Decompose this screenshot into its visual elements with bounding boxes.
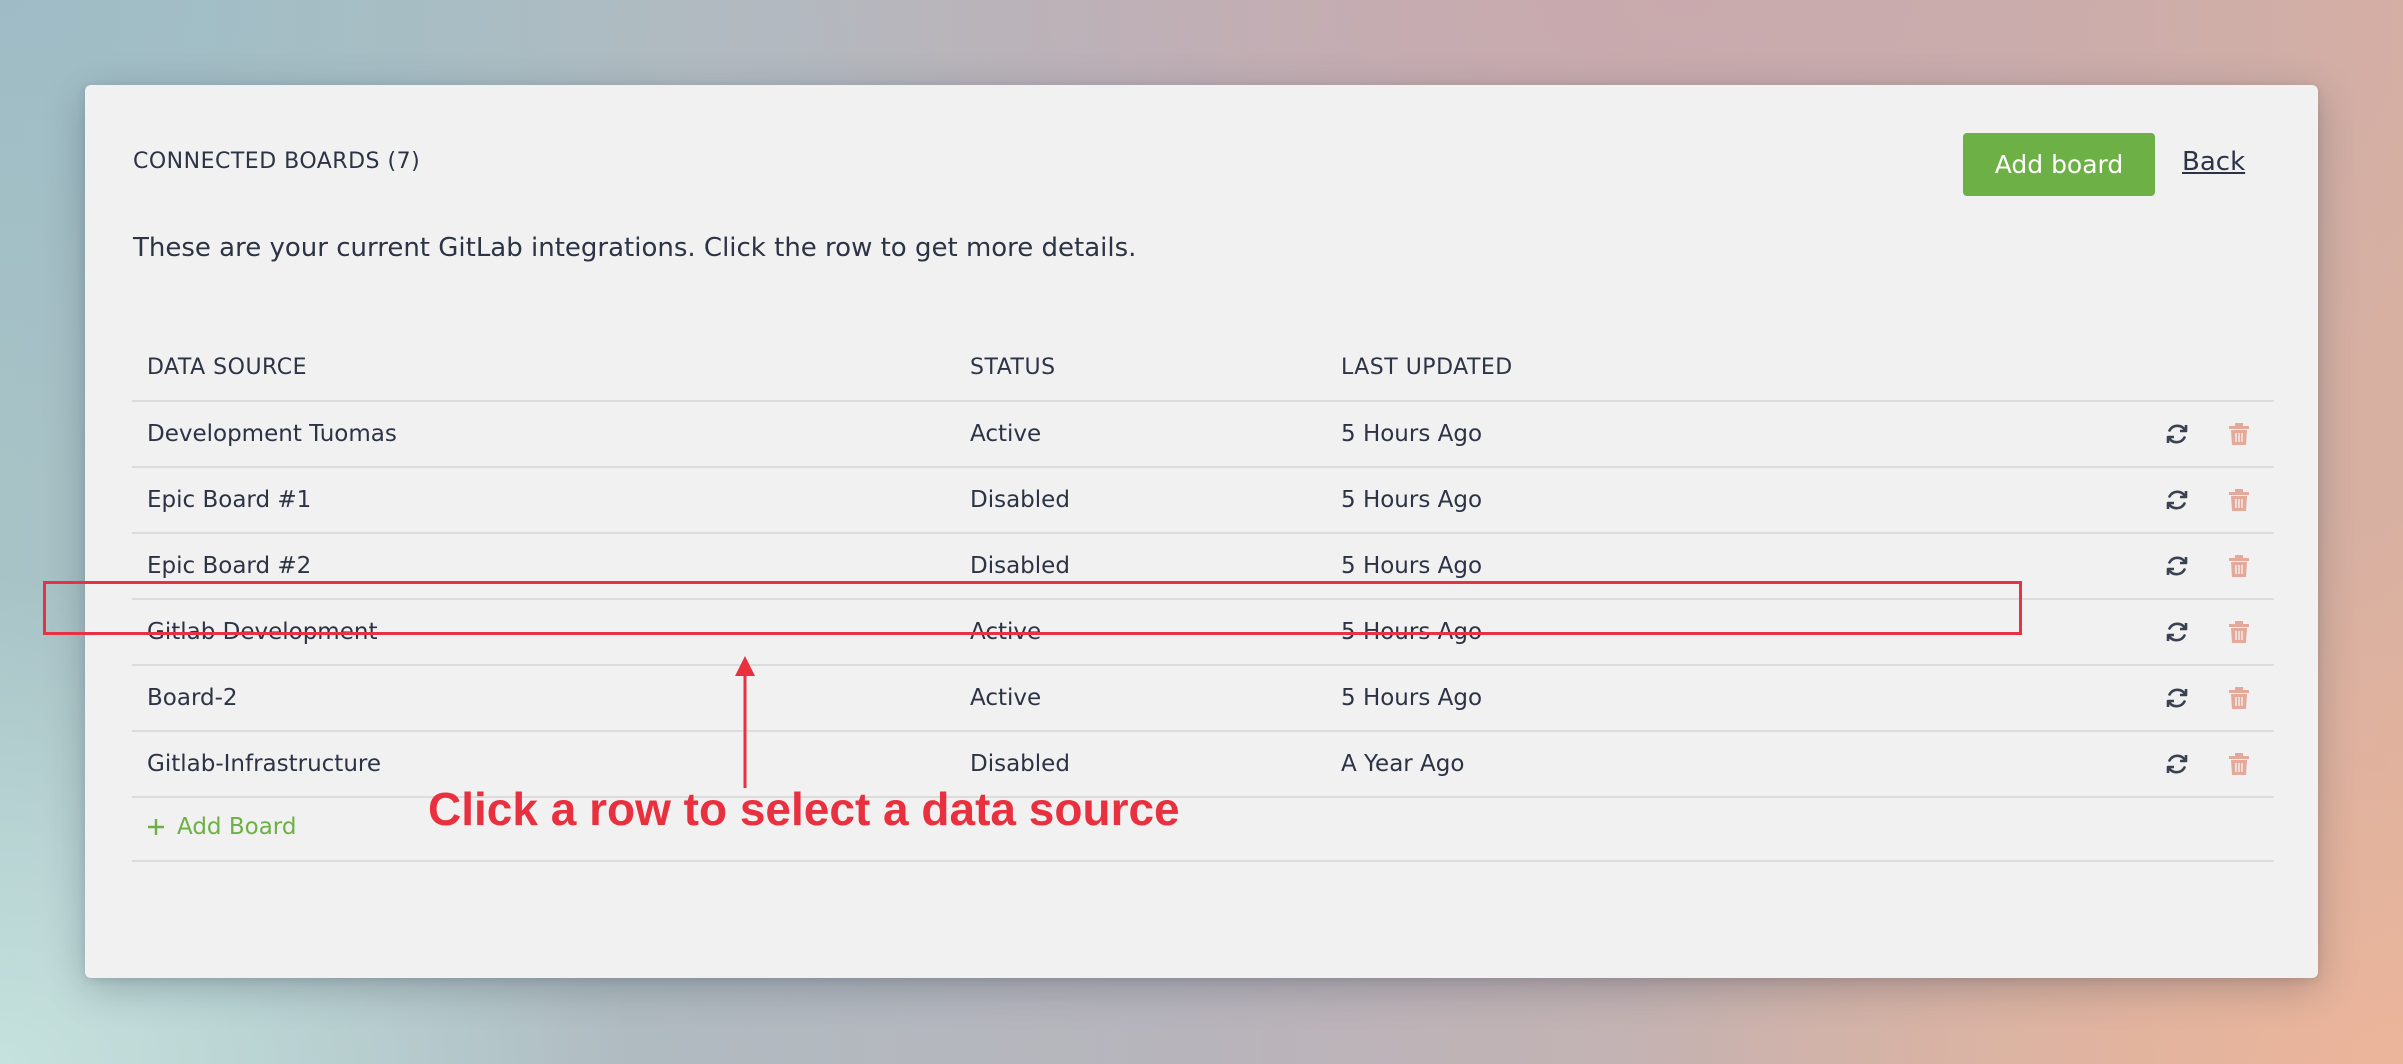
trash-icon[interactable] [2228, 422, 2250, 446]
annotation-arrow-icon [735, 656, 755, 788]
data-source-cell: Epic Board #1 [147, 487, 312, 513]
add-board-button[interactable]: Add board [1963, 133, 2155, 196]
data-source-cell: Board-2 [147, 685, 238, 711]
add-board-link[interactable]: Add Board [147, 814, 296, 840]
back-link[interactable]: Back [2182, 147, 2245, 177]
table-header: DATA SOURCE STATUS LAST UPDATED [132, 345, 2274, 402]
refresh-icon[interactable] [2165, 488, 2189, 512]
trash-icon[interactable] [2228, 752, 2250, 776]
last-updated-cell: A Year Ago [1341, 751, 1465, 777]
status-cell: Active [970, 685, 1042, 711]
refresh-icon[interactable] [2165, 422, 2189, 446]
refresh-icon[interactable] [2165, 686, 2189, 710]
last-updated-cell: 5 Hours Ago [1341, 685, 1483, 711]
status-cell: Disabled [970, 751, 1070, 777]
plus-icon [148, 819, 164, 835]
status-cell: Disabled [970, 487, 1070, 513]
data-source-cell: Development Tuomas [147, 421, 397, 447]
data-source-cell: Gitlab-Infrastructure [147, 751, 381, 777]
column-header-last-updated: LAST UPDATED [1341, 355, 1513, 380]
column-header-data-source: DATA SOURCE [147, 355, 308, 380]
annotation-text: Click a row to select a data source [428, 783, 1180, 835]
data-source-cell: Epic Board #2 [147, 553, 312, 579]
status-cell: Active [970, 619, 1042, 645]
trash-icon[interactable] [2228, 554, 2250, 578]
intro-text: These are your current GitLab integratio… [133, 233, 1137, 263]
refresh-icon[interactable] [2165, 554, 2189, 578]
trash-icon[interactable] [2228, 488, 2250, 512]
data-source-cell: Gitlab Development [147, 619, 378, 645]
trash-icon[interactable] [2228, 620, 2250, 644]
refresh-icon[interactable] [2165, 752, 2189, 776]
last-updated-cell: 5 Hours Ago [1341, 421, 1483, 447]
table-row[interactable]: Epic Board #1 Disabled 5 Hours Ago [132, 468, 2274, 534]
section-title: CONNECTED BOARDS (7) [133, 149, 421, 174]
table-row[interactable]: Gitlab Development Active 5 Hours Ago [132, 600, 2274, 666]
last-updated-cell: 5 Hours Ago [1341, 619, 1483, 645]
last-updated-cell: 5 Hours Ago [1341, 487, 1483, 513]
last-updated-cell: 5 Hours Ago [1341, 553, 1483, 579]
add-board-link-label: Add Board [177, 814, 297, 840]
table-row[interactable]: Epic Board #2 Disabled 5 Hours Ago [132, 534, 2274, 600]
refresh-icon[interactable] [2165, 620, 2189, 644]
status-cell: Active [970, 421, 1042, 447]
column-header-status: STATUS [970, 355, 1056, 380]
table-row[interactable]: Board-2 Active 5 Hours Ago [132, 666, 2274, 732]
connected-boards-card: CONNECTED BOARDS (7) Add board Back Thes… [85, 85, 2318, 978]
trash-icon[interactable] [2228, 686, 2250, 710]
table-row[interactable]: Development Tuomas Active 5 Hours Ago [132, 402, 2274, 468]
status-cell: Disabled [970, 553, 1070, 579]
